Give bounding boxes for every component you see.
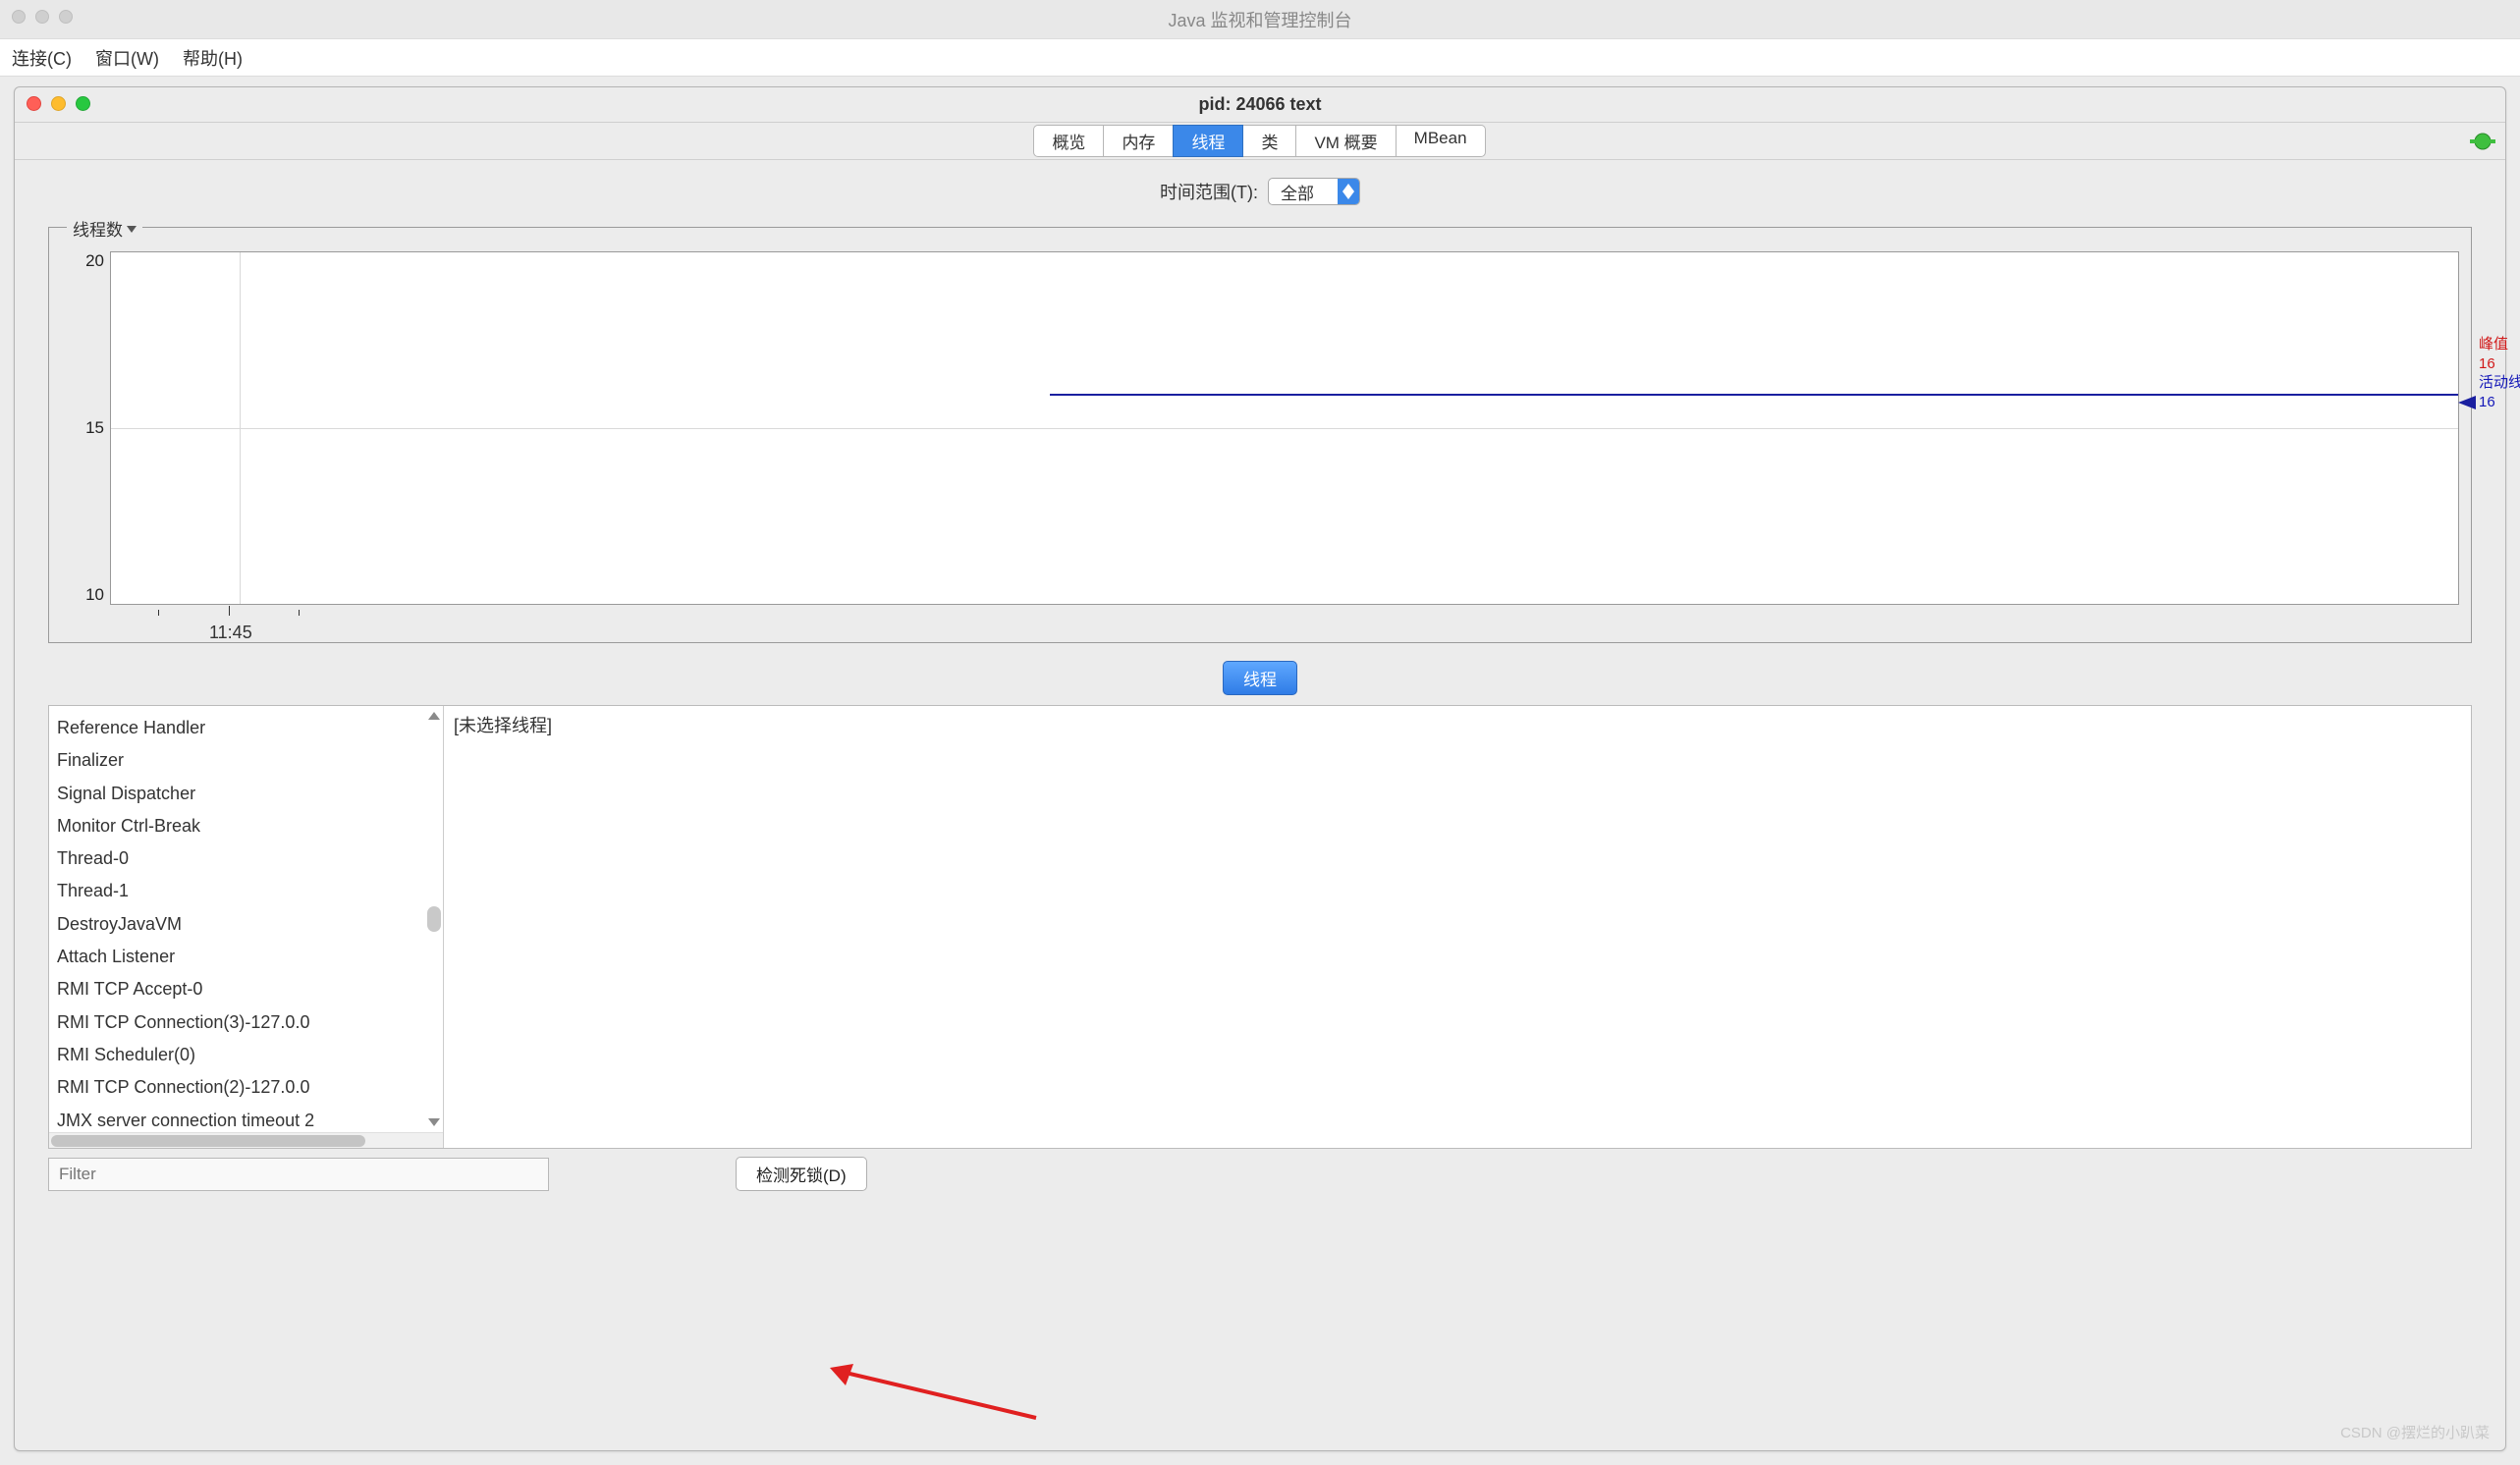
time-range-label: 时间范围(T): [1160, 179, 1258, 204]
threads-panel: Reference Handler Finalizer Signal Dispa… [48, 705, 2472, 1149]
scroll-thumb[interactable] [51, 1135, 365, 1147]
legend-peak-label: 峰值 [2479, 336, 2508, 353]
thread-list-vscrollbar[interactable] [427, 710, 441, 1128]
zoom-icon[interactable] [76, 96, 90, 111]
thread-list-hscrollbar[interactable] [49, 1132, 443, 1148]
select-stepper-icon [1338, 179, 1359, 204]
watermark: CSDN @摆烂的小趴菜 [2340, 1422, 2490, 1442]
thread-detail-pane: [未选择线程] [444, 706, 2471, 1148]
list-item[interactable]: Finalizer [57, 744, 443, 777]
list-item[interactable]: Attach Listener [57, 941, 443, 973]
menubar: 连接(C) 窗口(W) 帮助(H) [0, 39, 2520, 77]
legend-peak-value: 16 [2479, 355, 2495, 372]
thread-list[interactable]: Reference Handler Finalizer Signal Dispa… [49, 706, 443, 1132]
thread-count-chart-group: 线程数 20 15 10 [48, 227, 2472, 643]
list-item[interactable]: RMI Scheduler(0) [57, 1039, 443, 1071]
menu-help[interactable]: 帮助(H) [183, 45, 243, 71]
list-item[interactable]: Reference Handler [57, 712, 443, 744]
outer-dot [59, 10, 73, 24]
tab-threads[interactable]: 线程 [1173, 125, 1243, 157]
chart-plot-area[interactable]: 11:45 [110, 251, 2459, 605]
list-item[interactable]: RMI TCP Connection(2)-127.0.0 [57, 1071, 443, 1104]
outer-titlebar: Java 监视和管理控制台 [0, 0, 2520, 39]
time-range-row: 时间范围(T): 全部 [15, 160, 2505, 215]
outer-dot [35, 10, 49, 24]
tab-classes[interactable]: 类 [1242, 125, 1296, 157]
y-tick: 15 [85, 418, 104, 438]
filter-input[interactable] [48, 1158, 549, 1191]
scroll-up-icon[interactable] [428, 712, 440, 720]
list-item[interactable]: Monitor Ctrl-Break [57, 810, 443, 842]
tabs-row: 概览 内存 线程 类 VM 概要 MBean [15, 123, 2505, 160]
legend-live-value: 16 [2479, 394, 2495, 410]
tab-memory[interactable]: 内存 [1103, 125, 1174, 157]
tab-mbeans[interactable]: MBean [1396, 125, 1486, 157]
menu-connection[interactable]: 连接(C) [12, 45, 72, 71]
thread-detail-placeholder: [未选择线程] [454, 716, 552, 735]
live-threads-line [1050, 394, 2458, 396]
outer-window-title: Java 监视和管理控制台 [1168, 7, 1351, 32]
outer-traffic-lights [12, 10, 73, 24]
chart-group-legend[interactable]: 线程数 [67, 216, 142, 241]
tab-vmsummary[interactable]: VM 概要 [1295, 125, 1396, 157]
scroll-thumb[interactable] [427, 906, 441, 932]
tabs: 概览 内存 线程 类 VM 概要 MBean [1034, 125, 1485, 157]
list-item[interactable]: DestroyJavaVM [57, 908, 443, 941]
legend-live-label: 活动线程 [2479, 374, 2520, 391]
gridline [111, 428, 2458, 429]
connection-window: pid: 24066 text 概览 内存 线程 类 VM 概要 MBean 时… [14, 86, 2506, 1451]
threads-button[interactable]: 线程 [1223, 661, 1297, 695]
list-item[interactable]: Signal Dispatcher [57, 778, 443, 810]
y-tick: 20 [85, 251, 104, 271]
chart-y-axis: 20 15 10 [61, 251, 110, 605]
connection-title: pid: 24066 text [1198, 94, 1321, 115]
x-tick-label: 11:45 [209, 623, 252, 643]
scroll-down-icon[interactable] [428, 1118, 440, 1126]
menu-window[interactable]: 窗口(W) [95, 45, 159, 71]
time-range-select[interactable]: 全部 [1268, 178, 1360, 205]
chevron-down-icon [127, 224, 137, 234]
detect-deadlock-button[interactable]: 检测死锁(D) [736, 1157, 867, 1191]
outer-dot [12, 10, 26, 24]
tab-overview[interactable]: 概览 [1033, 125, 1104, 157]
gridline [240, 252, 241, 604]
legend-arrow-icon [2458, 396, 2476, 409]
traffic-lights [27, 96, 90, 111]
chart-side-legend: 峰值 16 活动线程 16 [2479, 335, 2520, 411]
list-item[interactable]: Thread-1 [57, 875, 443, 907]
connection-status-icon [2468, 127, 2497, 159]
inner-titlebar: pid: 24066 text [15, 87, 2505, 123]
annotation-arrow-icon [830, 1364, 1046, 1423]
list-item[interactable]: RMI TCP Accept-0 [57, 973, 443, 1005]
list-item[interactable]: Thread-0 [57, 842, 443, 875]
y-tick: 10 [85, 585, 104, 605]
time-range-value: 全部 [1269, 179, 1338, 204]
minimize-icon[interactable] [51, 96, 66, 111]
list-item[interactable]: RMI TCP Connection(3)-127.0.0 [57, 1006, 443, 1039]
close-icon[interactable] [27, 96, 41, 111]
list-item[interactable]: JMX server connection timeout 2 [57, 1105, 443, 1132]
chart-group-title: 线程数 [73, 216, 123, 241]
